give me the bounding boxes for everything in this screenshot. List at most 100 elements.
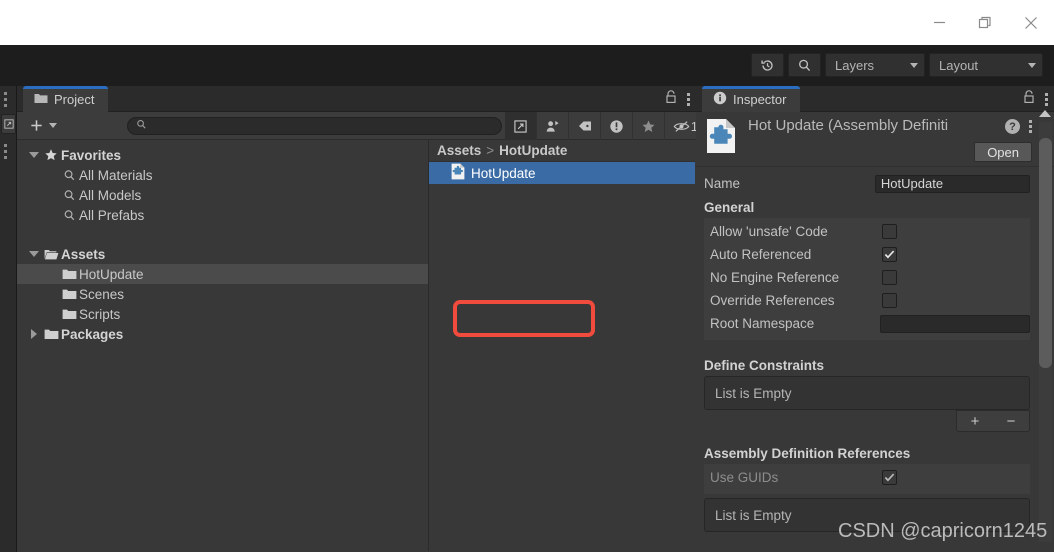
tree-item-favorites[interactable]: Favorites — [17, 145, 428, 165]
tab-inspector-label: Inspector — [733, 92, 786, 107]
project-body: Favorites All Materials All Models — [17, 140, 696, 551]
add-constraint-button[interactable]: + — [971, 413, 980, 430]
close-button[interactable] — [1008, 0, 1054, 45]
add-asset-button[interactable] — [17, 118, 65, 133]
define-constraints-header: Define Constraints — [704, 354, 1030, 376]
check-icon — [884, 249, 895, 260]
define-constraints-list[interactable]: List is Empty — [704, 376, 1030, 410]
kebab-menu-icon[interactable] — [1029, 120, 1032, 133]
asset-item-hotupdate[interactable]: HotUpdate — [429, 162, 695, 184]
dock-handle-bottom[interactable] — [4, 144, 7, 159]
general-section-header: General — [704, 196, 1030, 218]
tab-inspector[interactable]: Inspector — [702, 86, 800, 112]
folder-icon — [34, 92, 48, 107]
tree-item-label: All Models — [79, 188, 141, 203]
layout-dropdown[interactable]: Layout — [929, 53, 1043, 77]
lock-icon[interactable] — [665, 90, 677, 109]
inspector-scrollbar-thumb[interactable] — [1039, 138, 1052, 368]
scroll-up-arrow[interactable] — [1039, 110, 1051, 117]
layout-label: Layout — [939, 58, 978, 73]
tab-project-label: Project — [54, 92, 94, 107]
layers-label: Layers — [835, 58, 874, 73]
tree-item-label: HotUpdate — [79, 267, 144, 282]
tree-item-scenes[interactable]: Scenes — [17, 284, 428, 304]
warning-filter-icon[interactable] — [601, 112, 633, 140]
label-filter-icon[interactable] — [569, 112, 601, 140]
define-constraints-list-buttons: + − — [956, 410, 1030, 432]
tree-item-all-prefabs[interactable]: All Prefabs — [17, 205, 428, 225]
expand-icon[interactable] — [505, 112, 537, 140]
star-icon — [41, 148, 61, 162]
root-namespace-label: Root Namespace — [710, 316, 880, 331]
project-content-pane: Assets > HotUpdate HotUpdate — [429, 140, 695, 551]
allow-unsafe-code-label: Allow 'unsafe' Code — [710, 224, 882, 239]
chevron-down-icon[interactable] — [27, 251, 41, 257]
use-guids-row: Use GUIDs — [710, 467, 1030, 488]
auto-referenced-label: Auto Referenced — [710, 247, 882, 262]
auto-referenced-checkbox[interactable] — [882, 247, 897, 262]
layers-dropdown[interactable]: Layers — [825, 53, 925, 77]
open-button[interactable]: Open — [974, 142, 1032, 162]
favorite-filter-icon[interactable] — [633, 112, 665, 140]
tab-project[interactable]: Project — [23, 86, 108, 112]
minimize-button[interactable] — [916, 0, 962, 45]
chevron-down-icon[interactable] — [27, 152, 41, 158]
assembly-definition-references-list[interactable]: List is Empty — [704, 498, 1030, 532]
asset-item-label: HotUpdate — [471, 166, 536, 181]
tree-item-all-materials[interactable]: All Materials — [17, 165, 428, 185]
tree-item-hotupdate[interactable]: HotUpdate — [17, 264, 428, 284]
project-filter-bar: 14 — [505, 112, 713, 140]
no-engine-references-label: No Engine Reference — [710, 270, 882, 285]
lock-icon[interactable] — [1023, 90, 1035, 109]
tree-item-all-models[interactable]: All Models — [17, 185, 428, 205]
restore-button[interactable] — [962, 0, 1008, 45]
auto-referenced-row: Auto Referenced — [710, 244, 1030, 265]
inspector-header-tools: ? — [1005, 119, 1032, 134]
check-icon — [884, 472, 895, 483]
expand-panel-icon[interactable] — [1, 114, 16, 134]
override-references-checkbox[interactable] — [882, 293, 897, 308]
chevron-down-icon — [1028, 63, 1036, 68]
no-engine-references-checkbox[interactable] — [882, 270, 897, 285]
search-icon — [59, 209, 79, 222]
left-dock-rail — [0, 86, 17, 552]
use-guids-label: Use GUIDs — [710, 470, 882, 485]
allow-unsafe-code-row: Allow 'unsafe' Code — [710, 221, 1030, 242]
chevron-right-icon[interactable] — [27, 329, 41, 339]
tree-item-label: All Materials — [79, 168, 153, 183]
no-engine-references-row: No Engine Reference — [710, 267, 1030, 288]
search-icon[interactable] — [788, 53, 821, 77]
use-guids-group: Use GUIDs — [704, 464, 1030, 494]
project-search-box[interactable] — [127, 117, 502, 135]
tree-item-label: Scenes — [79, 287, 124, 302]
general-group: Allow 'unsafe' Code Auto Referenced No E… — [704, 218, 1030, 340]
tree-item-label: Packages — [61, 327, 123, 342]
root-namespace-field[interactable] — [880, 315, 1030, 333]
breadcrumb-root[interactable]: Assets — [437, 143, 481, 158]
help-icon[interactable]: ? — [1005, 119, 1020, 134]
dock-handle-top[interactable] — [4, 92, 7, 107]
tree-item-packages[interactable]: Packages — [17, 324, 428, 344]
breadcrumb: Assets > HotUpdate — [429, 140, 695, 162]
remove-constraint-button[interactable]: − — [1007, 413, 1016, 430]
search-icon — [136, 117, 147, 135]
inspector-body: Name HotUpdate General Allow 'unsafe' Co… — [696, 167, 1054, 552]
info-icon — [713, 91, 727, 108]
chevron-down-icon — [910, 63, 918, 68]
kebab-menu-icon[interactable] — [687, 93, 690, 106]
kebab-menu-icon[interactable] — [1045, 93, 1048, 106]
search-input[interactable] — [152, 118, 482, 134]
tree-item-label: Favorites — [61, 148, 121, 163]
history-icon[interactable] — [751, 53, 784, 77]
breadcrumb-current[interactable]: HotUpdate — [499, 143, 567, 158]
override-references-label: Override References — [710, 293, 882, 308]
inspector-panel: Inspector Hot Update ( — [696, 86, 1054, 552]
type-filter-icon[interactable] — [537, 112, 569, 140]
assembly-definition-icon — [706, 118, 736, 159]
use-guids-checkbox[interactable] — [882, 470, 897, 485]
name-field[interactable]: HotUpdate — [875, 175, 1030, 193]
root-namespace-row: Root Namespace — [710, 313, 1030, 334]
allow-unsafe-code-checkbox[interactable] — [882, 224, 897, 239]
tree-item-assets[interactable]: Assets — [17, 244, 428, 264]
tree-item-scripts[interactable]: Scripts — [17, 304, 428, 324]
